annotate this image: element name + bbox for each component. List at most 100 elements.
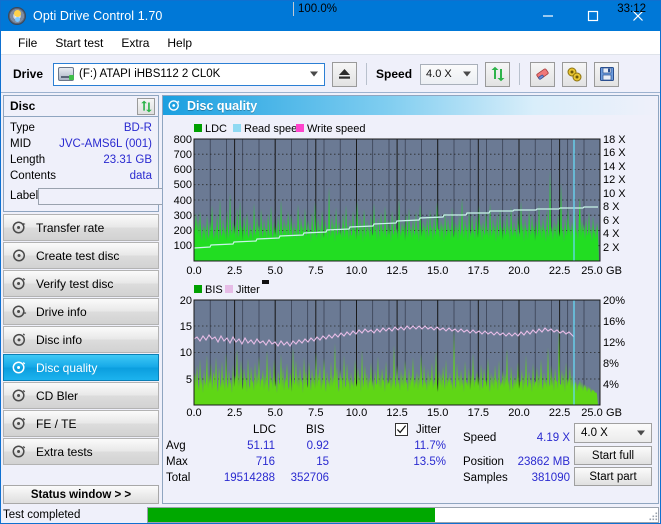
svg-text:12.5: 12.5 (386, 265, 407, 277)
speed-select[interactable]: 4.0 X (420, 63, 479, 85)
start-full-button[interactable]: Start full (574, 446, 652, 465)
test-speed-select-value: 4.0 X (581, 427, 608, 439)
test-speed-select[interactable]: 4.0 X (574, 423, 652, 443)
svg-text:16 X: 16 X (603, 147, 626, 159)
disc-refresh-button[interactable] (137, 98, 155, 115)
sidebar-item-transfer-rate[interactable]: Transfer rate (3, 214, 159, 241)
disc-quality-charts: LDC Read speed Write speed 800700600 500… (163, 115, 658, 417)
svg-text:4 X: 4 X (603, 228, 620, 240)
status-window-button[interactable]: Status window > > (3, 485, 159, 504)
svg-text:14 X: 14 X (603, 161, 626, 173)
samples-stat-label: Samples (463, 472, 508, 484)
sidebar-item-cd-bler[interactable]: CD Bler (3, 382, 159, 409)
svg-text:BIS: BIS (205, 284, 223, 296)
disc-row-contents: Contents data (10, 168, 152, 184)
sidebar: Disc Type BD-R MID JVC-AMS6L (001) Lengt… (3, 95, 243, 481)
main-panel: Disc quality LDC Read speed Write speed … (162, 95, 659, 504)
speed-select-value: 4.0 X (426, 68, 452, 80)
sidebar-item-extra-tests[interactable]: Extra tests (3, 438, 159, 465)
tools-button[interactable] (562, 61, 588, 87)
svg-text:GB: GB (606, 265, 622, 277)
svg-text:700: 700 (174, 149, 192, 161)
maximize-button[interactable] (570, 1, 615, 31)
svg-text:20.0: 20.0 (508, 407, 529, 417)
disc-panel: Disc Type BD-R MID JVC-AMS6L (001) Lengt… (3, 95, 243, 212)
svg-text:18 X: 18 X (603, 134, 626, 146)
svg-text:25.0: 25.0 (581, 265, 602, 277)
drive-icon (58, 67, 75, 81)
svg-text:12.5: 12.5 (386, 407, 407, 417)
sidebar-item-verify-test-disc[interactable]: Verify test disc (3, 270, 159, 297)
stats-row-max-jitter: 13.5% (413, 456, 446, 468)
menu-extra[interactable]: Extra (112, 33, 158, 53)
svg-text:LDC: LDC (205, 123, 227, 135)
svg-text:12 X: 12 X (603, 174, 626, 186)
svg-text:200: 200 (174, 225, 192, 237)
start-part-button[interactable]: Start part (574, 467, 652, 486)
svg-text:2.5: 2.5 (227, 265, 242, 277)
save-button[interactable] (594, 61, 620, 87)
drive-select[interactable]: (F:) ATAPI iHBS112 2 CL0K (53, 62, 326, 86)
sidebar-item-create-test-disc[interactable]: Create test disc (3, 242, 159, 269)
menu-start-test[interactable]: Start test (46, 33, 112, 53)
svg-text:Read speed: Read speed (244, 123, 303, 135)
position-stat-value: 23862 MB (517, 456, 570, 468)
jitter-checkbox[interactable] (395, 423, 408, 436)
verify-test-disc-icon (8, 276, 30, 291)
disc-row-length-value: 23.31 GB (103, 154, 152, 166)
charts-area: LDC Read speed Write speed 800 700 600 5… (163, 115, 658, 417)
position-stat-label: Position (463, 456, 504, 468)
svg-text:400: 400 (174, 195, 192, 207)
app-disc-icon (8, 7, 26, 25)
transfer-rate-icon (8, 220, 30, 235)
svg-text:15.0: 15.0 (427, 265, 448, 277)
refresh-button[interactable] (485, 61, 511, 87)
stats-row-total-bis: 352706 (290, 472, 329, 484)
sidebar-item-label: Verify test disc (36, 276, 114, 291)
speed-stat-value: 4.19 X (536, 432, 570, 444)
ldc-chart: LDC Read speed Write speed 800700600 500… (174, 123, 627, 277)
stats-row-avg-jitter: 11.7% (414, 440, 446, 452)
disc-label-key: Label (10, 190, 39, 202)
menu-file[interactable]: File (9, 33, 46, 53)
sidebar-item-label: FE / TE (36, 416, 77, 431)
svg-text:8 X: 8 X (603, 201, 620, 213)
status-text: Test completed (3, 508, 81, 521)
svg-text:Write speed: Write speed (307, 123, 366, 135)
elapsed-time: 33:12 (617, 3, 646, 15)
stats-col-ldc: LDC (253, 424, 277, 436)
sidebar-item-disc-quality[interactable]: Disc quality (3, 354, 159, 381)
disc-row-mid-value: JVC-AMS6L (001) (59, 138, 152, 150)
svg-text:10.0: 10.0 (346, 407, 367, 417)
svg-text:8%: 8% (603, 358, 619, 370)
svg-text:16%: 16% (603, 316, 625, 328)
progress-bar-track (435, 508, 658, 522)
eject-button[interactable] (332, 61, 358, 87)
disc-row-length-key: Length (10, 154, 46, 166)
resize-grip[interactable] (647, 510, 659, 522)
svg-text:5: 5 (186, 374, 192, 386)
svg-text:Jitter: Jitter (236, 284, 260, 296)
svg-text:12%: 12% (603, 337, 625, 349)
drive-label: Drive (13, 67, 44, 81)
eraser-button[interactable] (530, 61, 556, 87)
menu-bar: File Start test Extra Help (1, 31, 660, 55)
svg-text:2 X: 2 X (603, 242, 620, 254)
stats-row-total-key: Total (166, 472, 191, 484)
minimize-button[interactable] (525, 1, 570, 31)
window-title: Opti Drive Control 1.70 (33, 9, 163, 23)
disc-row-contents-value: data (129, 170, 152, 182)
toolbar-divider-1 (366, 63, 368, 85)
ldc-chart-legend: LDC Read speed Write speed (194, 123, 366, 135)
disc-quality-icon (8, 360, 30, 375)
drive-select-value: (F:) ATAPI iHBS112 2 CL0K (79, 68, 221, 80)
disc-info-icon (8, 332, 30, 347)
sidebar-item-drive-info[interactable]: Drive info (3, 298, 159, 325)
sidebar-item-fe-te[interactable]: FE / TE (3, 410, 159, 437)
menu-help[interactable]: Help (158, 33, 201, 53)
svg-text:20: 20 (180, 295, 192, 307)
sidebar-item-disc-info[interactable]: Disc info (3, 326, 159, 353)
sidebar-item-label: Drive info (36, 304, 87, 319)
svg-text:10 X: 10 X (603, 188, 626, 200)
svg-text:20.0: 20.0 (508, 265, 529, 277)
